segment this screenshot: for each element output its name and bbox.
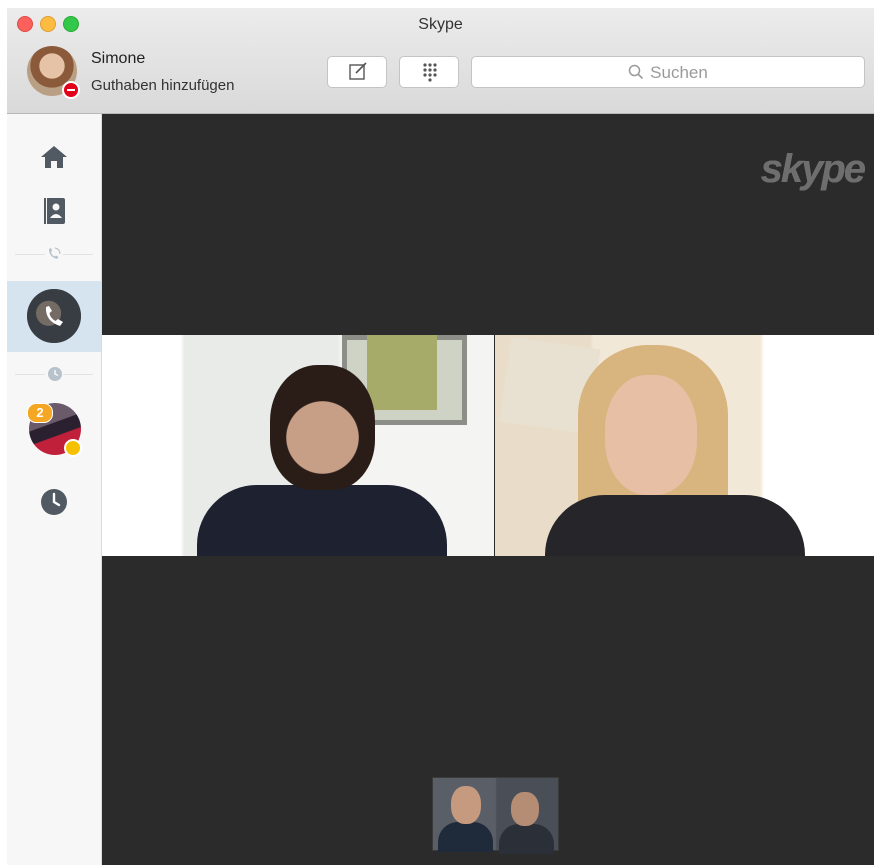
add-credit-link[interactable]: Guthaben hinzufügen xyxy=(91,77,234,94)
unread-count-badge: 2 xyxy=(27,403,53,423)
call-divider-icon xyxy=(49,247,61,259)
home-icon[interactable] xyxy=(40,144,68,170)
search-placeholder: Suchen xyxy=(650,63,708,82)
window-title: Skype xyxy=(418,16,463,33)
skype-logo: skype xyxy=(760,147,866,191)
search-icon xyxy=(628,64,644,80)
sidebar: 2 xyxy=(7,114,102,865)
skype-window: Skype Simone Guthaben hinzufügen Suchen … xyxy=(7,8,874,865)
compose-icon xyxy=(349,62,367,80)
profile-name[interactable]: Simone xyxy=(91,50,145,68)
new-conversation-button[interactable] xyxy=(327,56,387,88)
history-icon[interactable] xyxy=(40,488,68,516)
remote-video-participant-2 xyxy=(495,335,874,556)
video-call-area: skype xyxy=(102,114,874,865)
dialpad-icon xyxy=(423,63,437,82)
away-status-icon xyxy=(64,439,82,457)
dialpad-button[interactable] xyxy=(399,56,459,88)
presence-status-icon xyxy=(62,81,80,99)
self-video-preview[interactable] xyxy=(432,777,559,854)
search-field[interactable]: Suchen xyxy=(471,56,865,88)
contacts-icon[interactable] xyxy=(40,197,68,225)
title-bar: Skype Simone Guthaben hinzufügen Suchen xyxy=(7,8,874,114)
phone-icon xyxy=(45,306,63,326)
recent-divider-icon xyxy=(48,367,62,381)
remote-video-participant-1 xyxy=(102,335,494,556)
